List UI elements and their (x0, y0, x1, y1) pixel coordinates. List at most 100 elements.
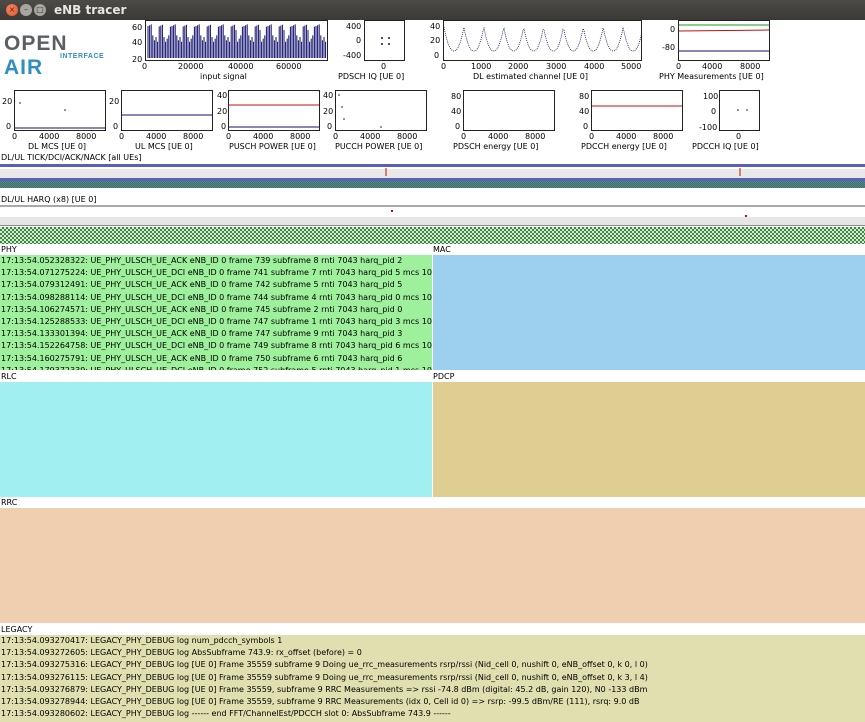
input-signal-xtick: 20000 (178, 62, 204, 71)
tick-timeline-graphics (0, 164, 865, 188)
log-line: 17:13:54.160275791: UE_PHY_ULSCH_UE_ACK … (1, 353, 403, 363)
pusch-power-xtick: 0 (226, 132, 232, 141)
phy-measurements-xtick: 8000 (740, 62, 761, 71)
minimize-window-button[interactable]: – (20, 4, 32, 16)
tick-timeline (0, 164, 865, 192)
dl-channel-ytick: 20 (430, 36, 441, 45)
dl-channel-ytick: 0 (434, 51, 440, 60)
pdsch-energy-xtick: 4000 (488, 132, 509, 141)
dl-channel-xtick: 2000 (508, 62, 529, 71)
pdcch-iq-caption: PDCCH IQ [UE 0] (692, 142, 759, 151)
pdcch-iq-xtick: 0 (736, 132, 742, 141)
log-line: 17:13:54.133301394: UE_PHY_ULSCH_UE_ACK … (1, 329, 403, 339)
phy-log-panel[interactable]: 17:13:54.052328322: UE_PHY_ULSCH_UE_ACK … (0, 255, 432, 370)
log-line: 17:13:54.098288114: UE_PHY_ULSCH_UE_DCI … (1, 292, 432, 302)
rrc-section-label: RRC (1, 498, 18, 507)
phy-measurements-caption: PHY Measurements [UE 0] (659, 72, 764, 81)
dl-channel-plot (443, 20, 642, 61)
pusch-power-traces (229, 104, 319, 128)
pdcch-energy-xtick: 4000 (616, 132, 637, 141)
pdsch-iq-ytick: 0 (356, 36, 362, 45)
dl-channel-xtick: 5000 (621, 62, 642, 71)
input-signal-xtick: 60000 (276, 62, 302, 71)
pucch-power-xtick: 8000 (397, 132, 418, 141)
pucch-power-plot (335, 90, 427, 131)
pusch-power-xtick: 8000 (290, 132, 311, 141)
pdcch-energy-xtick: 8000 (653, 132, 674, 141)
input-signal-xtick: 0 (142, 62, 148, 71)
pdsch-energy-xtick: 8000 (525, 132, 546, 141)
legacy-log-panel[interactable]: 17:13:54.093270417: LEGACY_PHY_DEBUG log… (0, 635, 865, 722)
input-signal-plot (145, 20, 328, 61)
rlc-log-panel[interactable] (0, 382, 432, 497)
log-line: 17:13:54.093280602: LEGACY_PHY_DEBUG log… (1, 709, 451, 719)
pucch-power-ytick: 20 (323, 107, 334, 116)
pucch-power-xtick: 4000 (360, 132, 381, 141)
logo-word-air: AIR (4, 56, 44, 79)
openairinterface-logo: OPEN AIR INTERFACE (4, 32, 110, 79)
log-line: 17:13:54.125288533: UE_PHY_ULSCH_UE_DCI … (1, 316, 432, 326)
pucch-power-points (338, 94, 382, 128)
pusch-power-ytick: 0 (221, 122, 227, 131)
pusch-power-plot (228, 90, 320, 131)
pdcch-iq-points (737, 109, 748, 111)
dl-mcs-caption: DL MCS [UE 0] (28, 142, 87, 151)
phy-measurements-ytick: -80 (662, 43, 676, 52)
pdsch-iq-plot (364, 20, 405, 61)
ul-mcs-ytick: 0 (113, 122, 119, 131)
pdcch-energy-trace (592, 105, 682, 107)
mac-log-panel[interactable] (433, 255, 865, 370)
log-line: 17:13:54.052328322: UE_PHY_ULSCH_UE_ACK … (1, 256, 403, 265)
log-line: 17:13:54.106274571: UE_PHY_ULSCH_UE_ACK … (1, 304, 403, 314)
mac-section-label: MAC (433, 245, 451, 254)
harq-timeline-graphics (0, 205, 865, 244)
pdcch-energy-ytick: 40 (579, 107, 590, 116)
pdsch-energy-xtick: 0 (461, 132, 467, 141)
pdsch-energy-caption: PDSCH energy [UE 0] (453, 142, 539, 151)
dl-channel-ytick: 40 (430, 22, 441, 31)
dl-channel-trace (444, 26, 641, 52)
close-window-button[interactable]: × (6, 4, 18, 16)
pdcch-energy-caption: PDCCH energy [UE 0] (581, 142, 667, 151)
dl-channel-xtick: 1000 (471, 62, 492, 71)
log-line: 17:13:54.093270417: LEGACY_PHY_DEBUG log… (1, 636, 283, 645)
pdcp-section-label: PDCP (433, 372, 455, 381)
pdcch-iq-ytick: 100 (703, 92, 719, 101)
legacy-section-label: LEGACY (1, 625, 33, 634)
phy-measurements-xtick: 4000 (702, 62, 723, 71)
dl-channel-xtick: 0 (441, 62, 447, 71)
pdcch-energy-ytick: 0 (583, 122, 589, 131)
pdsch-iq-caption: PDSCH IQ [UE 0] (338, 72, 405, 81)
pdsch-energy-plot (463, 90, 555, 131)
input-signal-ytick: 40 (132, 38, 143, 47)
logo-subtitle: INTERFACE (60, 53, 105, 60)
logo-word-open: OPEN (4, 32, 68, 55)
tick-section-label: DL/UL TICK/DCI/ACK/NACK [all UEs] (1, 153, 142, 162)
pdcp-log-panel[interactable] (433, 382, 865, 497)
pdsch-iq-xtick: 0 (381, 62, 387, 71)
log-line: 17:13:54.093278944: LEGACY_PHY_DEBUG log… (1, 696, 640, 706)
dl-mcs-ytick: 20 (2, 97, 13, 106)
input-signal-xtick: 40000 (228, 62, 254, 71)
log-line: 17:13:54.093276879: LEGACY_PHY_DEBUG log… (1, 684, 648, 694)
dl-mcs-xtick: 8000 (76, 132, 97, 141)
rrc-log-panel[interactable] (0, 508, 865, 623)
ul-mcs-xtick: 4000 (146, 132, 167, 141)
pdcch-energy-plot (591, 90, 683, 131)
dl-channel-caption: DL estimated channel [UE 0] (473, 72, 588, 81)
pdsch-energy-ytick: 80 (451, 92, 462, 101)
pucch-power-ytick: 0 (327, 122, 333, 131)
pdsch-iq-ytick: -400 (343, 51, 362, 60)
pdsch-iq-ytick: 400 (346, 22, 362, 31)
dl-mcs-trace (15, 102, 105, 129)
ul-mcs-plot (121, 90, 213, 131)
pusch-power-xtick: 4000 (253, 132, 274, 141)
pusch-power-ytick: 20 (217, 107, 228, 116)
ul-mcs-trace (122, 114, 212, 116)
log-line: 17:13:54.093272605: LEGACY_PHY_DEBUG log… (1, 648, 362, 658)
maximize-window-button[interactable]: □ (34, 4, 46, 16)
dl-channel-xtick: 4000 (584, 62, 605, 71)
ul-mcs-xtick: 8000 (183, 132, 204, 141)
rlc-section-label: RLC (1, 372, 17, 381)
dl-mcs-xtick: 4000 (39, 132, 60, 141)
